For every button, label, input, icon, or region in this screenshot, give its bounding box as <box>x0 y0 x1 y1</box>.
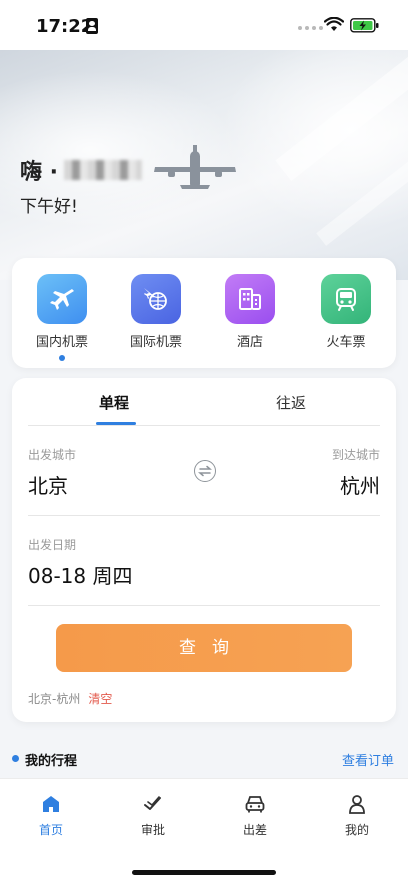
battery-charging-icon <box>350 18 379 33</box>
departure-city[interactable]: 北京 <box>28 470 68 499</box>
swap-cities-button[interactable] <box>194 460 216 482</box>
airplane-illustration-icon <box>154 145 236 189</box>
tab-one-way[interactable]: 单程 <box>54 392 174 413</box>
arrival-caption: 到达城市 <box>331 448 380 462</box>
service-train[interactable]: 火车票 <box>298 274 394 350</box>
tab-label: 审批 <box>140 823 165 837</box>
greeting: 嗨 · <box>20 154 143 186</box>
greeting-text: 嗨 · <box>20 160 59 185</box>
hotel-icon <box>225 274 275 324</box>
tab-label: 我的 <box>344 823 369 837</box>
greeting-subtitle: 下午好! <box>20 197 78 217</box>
airplane-icon <box>37 274 87 324</box>
tab-round-trip[interactable]: 往返 <box>231 392 351 413</box>
status-time: 17:22 <box>36 16 94 37</box>
masked-username <box>64 160 143 180</box>
train-icon <box>321 274 371 324</box>
service-label: 火车票 <box>326 335 366 350</box>
swap-arrows-icon <box>198 465 212 477</box>
hero-banner: 嗨 · 下午好! <box>0 50 408 280</box>
section-dot <box>12 755 19 762</box>
query-button[interactable]: 查询 <box>56 624 352 672</box>
tab-label: 出差 <box>242 823 267 837</box>
divider <box>28 515 380 516</box>
arrival-city[interactable]: 杭州 <box>340 470 380 499</box>
signal-dots-icon <box>298 26 323 30</box>
my-trips-title: 我的行程 <box>25 754 78 769</box>
divider <box>28 425 380 426</box>
clear-history-link[interactable]: 清空 <box>88 692 112 706</box>
profile-icon <box>317 793 397 815</box>
search-history: 北京-杭州 清空 <box>28 690 112 707</box>
home-indicator <box>132 870 276 875</box>
service-label: 国际机票 <box>129 335 182 350</box>
date-caption: 出发日期 <box>28 538 77 552</box>
tab-approval[interactable]: 审批 <box>113 793 193 838</box>
status-bar: 17:22 <box>0 0 408 50</box>
departure-date[interactable]: 08-18 周四 <box>28 560 132 589</box>
history-route[interactable]: 北京-杭州 <box>28 692 80 706</box>
tab-profile[interactable]: 我的 <box>317 793 397 838</box>
view-orders-link[interactable]: 查看订单 <box>342 750 394 769</box>
tab-label: 首页 <box>38 823 63 837</box>
flight-search-card: 单程 往返 出发城市 北京 到达城市 杭州 出发日期 08-18 周四 查询 北… <box>12 378 396 722</box>
bottom-tab-bar: 首页 审批 出差 我的 <box>0 778 408 883</box>
home-icon <box>11 793 91 815</box>
service-hotel[interactable]: 酒店 <box>202 274 298 350</box>
person-badge-icon <box>86 18 98 34</box>
tab-home[interactable]: 首页 <box>11 793 91 838</box>
car-icon <box>215 793 295 815</box>
tab-business-trip[interactable]: 出差 <box>215 793 295 838</box>
divider <box>28 605 380 606</box>
approve-icon <box>113 793 193 815</box>
service-domestic-flight[interactable]: 国内机票 <box>14 274 110 361</box>
service-label: 国内机票 <box>35 335 88 350</box>
active-indicator-dot <box>59 355 65 361</box>
globe-plane-icon <box>131 274 181 324</box>
service-label: 酒店 <box>236 335 263 350</box>
service-international-flight[interactable]: 国际机票 <box>108 274 204 350</box>
service-card: 国内机票 国际机票 酒店 火车票 <box>12 258 396 368</box>
my-trips-header: 我的行程 查看订单 <box>12 748 396 769</box>
departure-caption: 出发城市 <box>28 448 77 462</box>
wifi-icon <box>324 17 344 31</box>
